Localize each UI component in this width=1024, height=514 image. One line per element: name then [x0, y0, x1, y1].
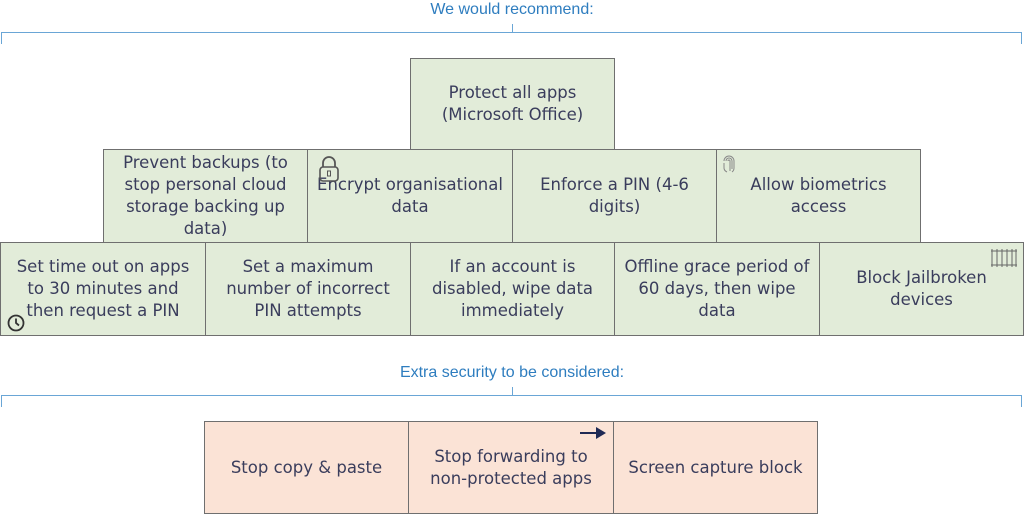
- box-allow-biometrics: Allow biometrics access: [716, 149, 921, 243]
- extra-bracket: [1, 387, 1022, 407]
- box-protect-all-apps: Protect all apps (Microsoft Office): [410, 58, 615, 150]
- box-stop-copy-paste: Stop copy & paste: [204, 421, 409, 514]
- recommend-bracket: [1, 24, 1022, 44]
- box-encrypt-data: Encrypt organisational data: [307, 149, 513, 243]
- bracket-tick: [511, 387, 513, 395]
- box-label: Prevent backups (to stop personal cloud …: [123, 153, 288, 238]
- bracket-tick: [511, 24, 513, 32]
- box-label: Set time out on apps to 30 minutes and t…: [16, 257, 190, 320]
- box-label: If an account is disabled, wipe data imm…: [431, 257, 594, 320]
- box-label: Stop forwarding to non-protected apps: [430, 446, 592, 488]
- box-block-jailbroken: Block Jailbroken devices: [819, 242, 1024, 336]
- box-label: Offline grace period of 60 days, then wi…: [624, 257, 810, 320]
- box-label: Allow biometrics access: [750, 175, 887, 216]
- box-label: Protect all apps (Microsoft Office): [441, 83, 584, 124]
- arrow-right-icon: [579, 424, 607, 446]
- box-label: Encrypt organisational data: [317, 175, 503, 216]
- box-enforce-pin: Enforce a PIN (4-6 digits): [512, 149, 717, 243]
- box-prevent-backups: Prevent backups (to stop personal cloud …: [103, 149, 308, 243]
- box-max-pin-attempts: Set a maximum number of incorrect PIN at…: [205, 242, 411, 336]
- lock-icon: [318, 155, 340, 189]
- fingerprint-icon: [722, 153, 736, 181]
- box-label: Enforce a PIN (4-6 digits): [540, 175, 689, 216]
- box-offline-grace: Offline grace period of 60 days, then wi…: [614, 242, 820, 336]
- clock-icon: [7, 314, 25, 338]
- box-label: Screen capture block: [628, 457, 803, 477]
- box-wipe-disabled: If an account is disabled, wipe data imm…: [410, 242, 615, 336]
- box-label: Set a maximum number of incorrect PIN at…: [226, 257, 390, 320]
- box-label: Block Jailbroken devices: [856, 268, 987, 309]
- box-time-out: Set time out on apps to 30 minutes and t…: [0, 242, 206, 336]
- box-stop-forwarding: Stop forwarding to non-protected apps: [408, 421, 614, 514]
- recommend-heading: We would recommend:: [430, 1, 594, 18]
- jail-bars-icon: [990, 248, 1018, 274]
- box-label: Stop copy & paste: [230, 457, 383, 477]
- extra-heading: Extra security to be considered:: [399, 364, 625, 381]
- box-screen-capture-block: Screen capture block: [613, 421, 818, 514]
